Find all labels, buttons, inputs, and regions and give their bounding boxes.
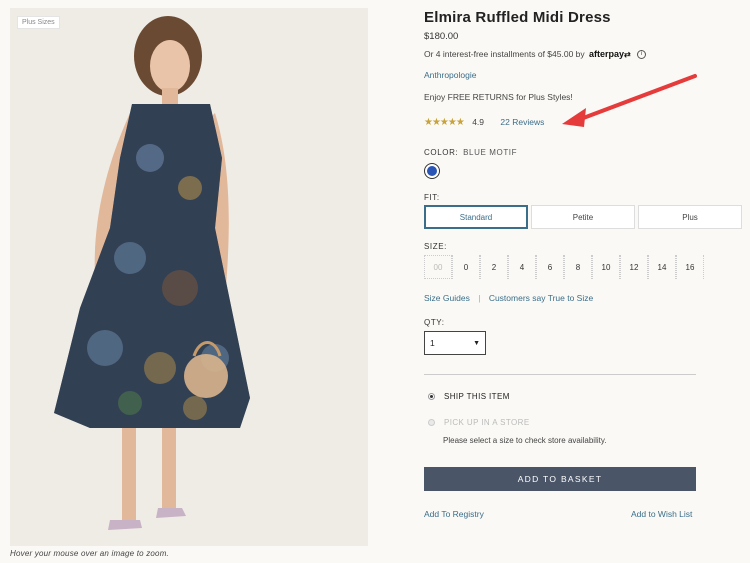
- color-label: COLOR: BLUE MOTIF: [424, 148, 517, 157]
- size-guide-row: Size Guides | Customers say True to Size: [424, 293, 593, 303]
- ship-option[interactable]: SHIP THIS ITEM: [428, 392, 510, 401]
- plus-sizes-badge: Plus Sizes: [17, 16, 60, 29]
- fit-label: FIT:: [424, 193, 440, 202]
- true-to-size-link[interactable]: Customers say True to Size: [489, 293, 593, 303]
- size-label: SIZE:: [424, 242, 448, 251]
- reviews-link[interactable]: 22 Reviews: [500, 117, 544, 127]
- fit-option-petite[interactable]: Petite: [531, 205, 635, 229]
- fit-option-plus[interactable]: Plus: [638, 205, 742, 229]
- add-to-registry-link[interactable]: Add To Registry: [424, 509, 484, 519]
- size-options: 00 0 2 4 6 8 10 12 14 16: [424, 255, 704, 279]
- pickup-note: Please select a size to check store avai…: [443, 436, 607, 445]
- link-separator: |: [478, 293, 481, 303]
- star-rating-icon: ★★★★★: [424, 117, 465, 128]
- divider: [424, 374, 696, 375]
- ship-radio[interactable]: [428, 393, 435, 400]
- dress-photo: [10, 8, 368, 546]
- color-value: BLUE MOTIF: [463, 148, 518, 157]
- annotation-arrow-icon: [562, 74, 697, 127]
- pickup-option: PICK UP IN A STORE: [428, 418, 530, 427]
- pickup-label: PICK UP IN A STORE: [444, 418, 530, 427]
- returns-promo: Enjoy FREE RETURNS for Plus Styles!: [424, 92, 573, 102]
- add-to-basket-button[interactable]: ADD TO BASKET: [424, 467, 696, 491]
- quantity-select[interactable]: 1 ▼: [424, 331, 486, 355]
- quantity-value: 1: [430, 338, 435, 348]
- info-icon[interactable]: i: [637, 50, 647, 60]
- product-title: Elmira Ruffled Midi Dress: [424, 9, 611, 26]
- rating-value: 4.9: [472, 117, 485, 127]
- pickup-radio: [428, 419, 435, 426]
- color-label-text: COLOR:: [424, 148, 459, 157]
- fit-options: Standard Petite Plus: [424, 205, 742, 229]
- rating-row: ★★★★★ 4.9 22 Reviews: [424, 117, 544, 128]
- caret-down-icon: ▼: [473, 339, 480, 347]
- zoom-hint: Hover your mouse over an image to zoom.: [10, 549, 169, 558]
- size-option-14[interactable]: 14: [648, 255, 676, 279]
- product-image[interactable]: Plus Sizes: [10, 8, 368, 546]
- size-guides-link[interactable]: Size Guides: [424, 293, 470, 303]
- size-option-16[interactable]: 16: [676, 255, 704, 279]
- size-option-00: 00: [424, 255, 452, 279]
- add-to-wish-list-link[interactable]: Add to Wish List: [631, 509, 692, 519]
- size-option-12[interactable]: 12: [620, 255, 648, 279]
- qty-label: QTY:: [424, 318, 445, 327]
- size-option-4[interactable]: 4: [508, 255, 536, 279]
- installments-text: Or 4 interest-free installments of $45.0…: [424, 49, 585, 59]
- afterpay-logo-text: afterpay: [589, 49, 625, 59]
- size-option-10[interactable]: 10: [592, 255, 620, 279]
- product-price: $180.00: [424, 31, 459, 42]
- color-swatch-blue-motif[interactable]: [424, 163, 440, 179]
- afterpay-arrows-icon: ⇄: [624, 50, 631, 59]
- afterpay-logo[interactable]: afterpay⇄: [589, 49, 631, 59]
- afterpay-installments: Or 4 interest-free installments of $45.0…: [424, 49, 647, 60]
- size-option-8[interactable]: 8: [564, 255, 592, 279]
- size-option-6[interactable]: 6: [536, 255, 564, 279]
- ship-label: SHIP THIS ITEM: [444, 392, 510, 401]
- size-option-0[interactable]: 0: [452, 255, 480, 279]
- size-option-2[interactable]: 2: [480, 255, 508, 279]
- brand-link[interactable]: Anthropologie: [424, 70, 476, 80]
- fit-option-standard[interactable]: Standard: [424, 205, 528, 229]
